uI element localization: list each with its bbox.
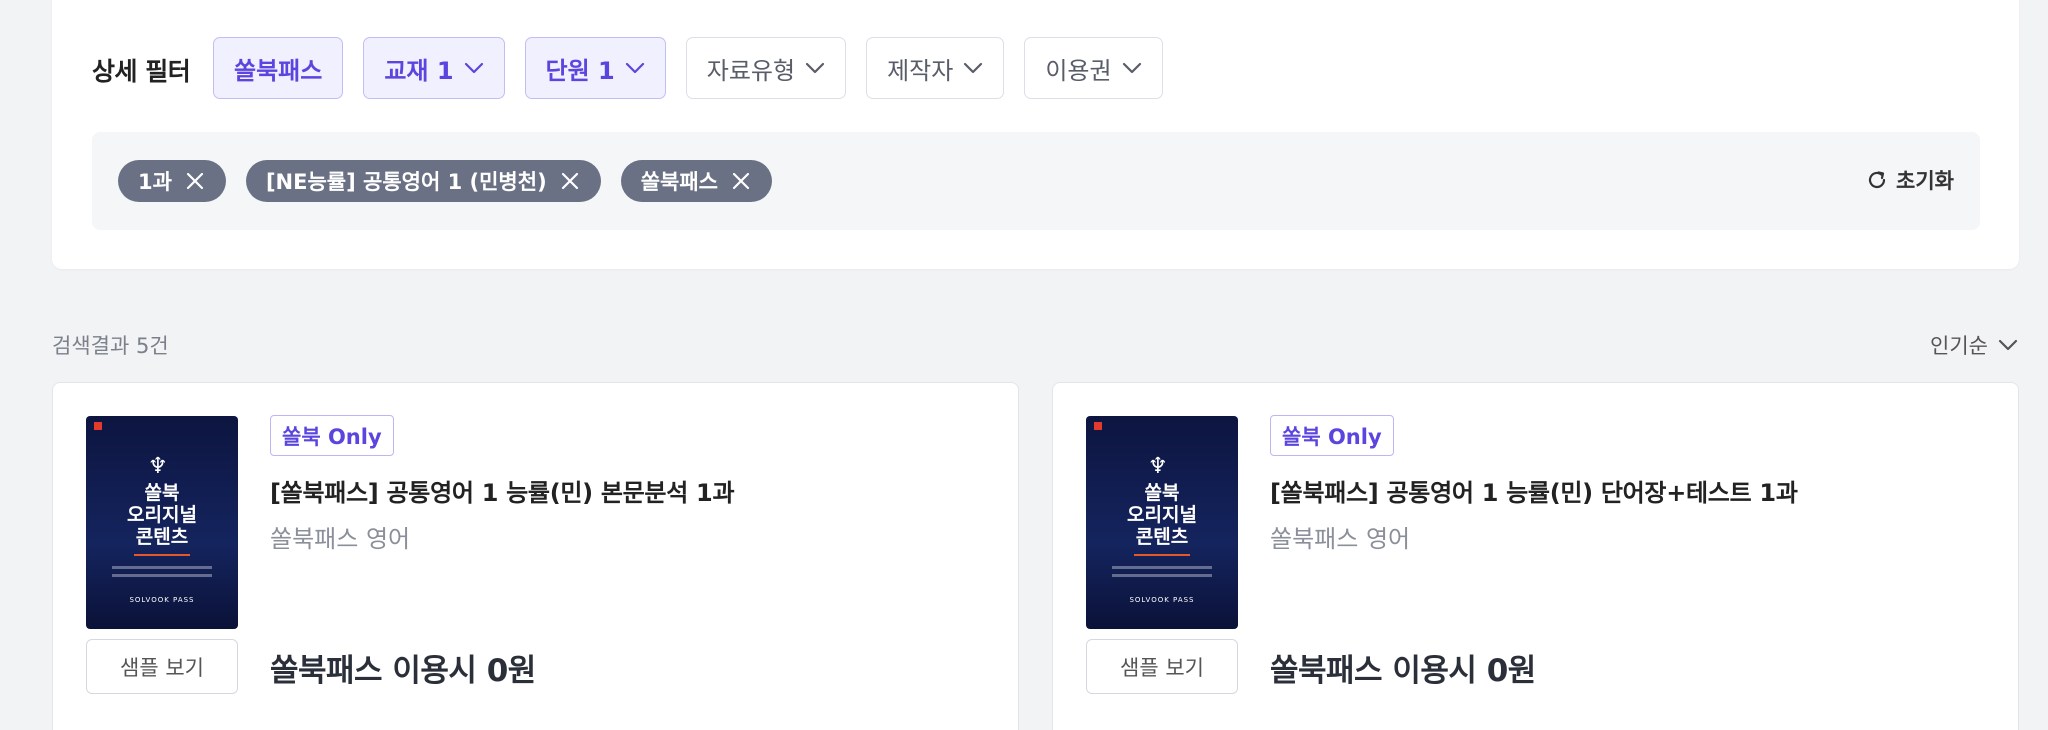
chevron-down-icon (805, 62, 825, 74)
selected-tag-lesson: 1과 (118, 160, 226, 202)
product-price: 쏠북패스 이용시 0원 (270, 653, 536, 689)
tag-label: 쏠북패스 (640, 170, 718, 194)
filter-chip-creator[interactable]: 제작자 (866, 37, 1005, 99)
filter-title: 상세 필터 (92, 57, 191, 86)
cover-mark (94, 422, 102, 430)
product-price: 쏠북패스 이용시 0원 (1270, 653, 1536, 689)
selected-filters-bar: 1과 [NE능률] 공통영어 1 (민병천) 쏠북패스 초기화 (92, 132, 1980, 230)
close-icon[interactable] (184, 170, 206, 192)
filter-chip-textbook[interactable]: 교재 1 (363, 37, 505, 99)
cover-title: 쏠북 오리지널 콘텐츠 (127, 482, 197, 548)
chevron-down-icon (963, 62, 983, 74)
filter-chip-unit[interactable]: 단원 1 (524, 37, 666, 99)
chevron-down-icon (625, 62, 645, 74)
cover-text-line (1112, 566, 1212, 569)
sample-view-button[interactable]: 샘플 보기 (86, 639, 238, 694)
close-icon[interactable] (730, 170, 752, 192)
result-count: 검색결과 5건 (52, 334, 169, 358)
chip-label: 단원 1 (545, 56, 615, 85)
close-icon[interactable] (559, 170, 581, 192)
cover-divider (1134, 554, 1190, 556)
product-cover-image[interactable]: ♆ 쏠북 오리지널 콘텐츠 SOLVOOK PASS (1086, 416, 1238, 629)
selected-tag-textbook: [NE능률] 공통영어 1 (민병천) (245, 160, 601, 202)
chip-label: 교재 1 (384, 56, 454, 85)
chip-label: 쏠북패스 (234, 56, 323, 85)
cover-divider (134, 554, 190, 556)
cover-title: 쏠북 오리지널 콘텐츠 (1127, 482, 1197, 548)
cover-text-line (112, 574, 212, 577)
filter-chip-group: 쏠북패스 교재 1 단원 1 자료유형 제작자 이용권 (213, 37, 1163, 99)
cover-brand: SOLVOOK PASS (129, 596, 195, 604)
product-title[interactable]: [쏠북패스] 공통영어 1 능률(민) 본문분석 1과 (270, 473, 735, 508)
product-subtitle: 쏠북패스 영어 (1270, 525, 1411, 553)
product-title[interactable]: [쏠북패스] 공통영어 1 능률(민) 단어장+테스트 1과 (1270, 473, 1798, 508)
filter-panel: 상세 필터 쏠북패스 교재 1 단원 1 자료유형 제작자 이용권 1과 [NE… (52, 0, 2019, 269)
sort-label: 인기순 (1930, 334, 1988, 358)
refresh-icon (1866, 169, 1888, 191)
product-card[interactable]: ♆ 쏠북 오리지널 콘텐츠 SOLVOOK PASS 샘플 보기 쏠북 Only… (1052, 382, 2019, 730)
logo-icon: ♆ (148, 454, 168, 479)
reset-button[interactable]: 초기화 (1866, 165, 1954, 195)
product-subtitle: 쏠북패스 영어 (270, 525, 411, 553)
chip-label: 제작자 (887, 56, 954, 85)
chevron-down-icon (1122, 62, 1142, 74)
logo-icon: ♆ (1148, 454, 1168, 479)
cover-brand: SOLVOOK PASS (1129, 596, 1195, 604)
tag-label: 1과 (138, 170, 172, 194)
only-badge: 쏠북 Only (1270, 415, 1394, 456)
chevron-down-icon (1998, 339, 2018, 351)
cover-mark (1094, 422, 1102, 430)
tag-label: [NE능률] 공통영어 1 (민병천) (265, 170, 547, 194)
filter-chip-pass[interactable]: 이용권 (1024, 37, 1163, 99)
chevron-down-icon (464, 62, 484, 74)
cover-text-line (1112, 574, 1212, 577)
selected-tag-solbookpass: 쏠북패스 (620, 160, 772, 202)
product-cover-image[interactable]: ♆ 쏠북 오리지널 콘텐츠 SOLVOOK PASS (86, 416, 238, 629)
filter-chip-material-type[interactable]: 자료유형 (685, 37, 847, 99)
product-card[interactable]: ♆ 쏠북 오리지널 콘텐츠 SOLVOOK PASS 샘플 보기 쏠북 Only… (52, 382, 1019, 730)
cover-text-line (112, 566, 212, 569)
reset-label: 초기화 (1896, 169, 1954, 193)
filter-chip-solbookpass[interactable]: 쏠북패스 (213, 37, 344, 99)
sort-dropdown[interactable]: 인기순 (1930, 330, 2018, 360)
selected-tag-group: 1과 [NE능률] 공통영어 1 (민병천) 쏠북패스 (118, 160, 772, 202)
chip-label: 이용권 (1045, 56, 1112, 85)
sample-view-button[interactable]: 샘플 보기 (1086, 639, 1238, 694)
chip-label: 자료유형 (706, 56, 796, 85)
only-badge: 쏠북 Only (270, 415, 394, 456)
